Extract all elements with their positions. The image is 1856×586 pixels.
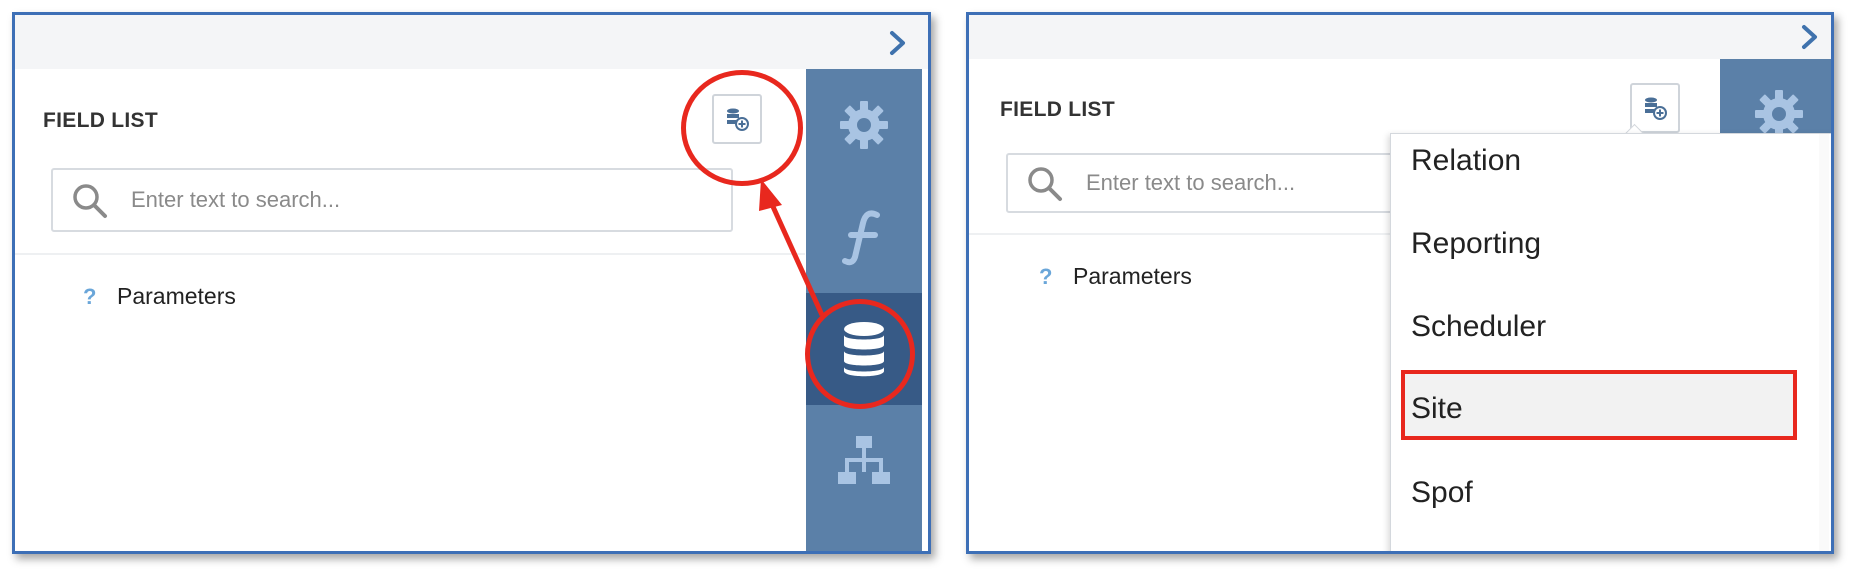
field-list-panel-right: FIELD LIST Enter text to search... ? Par… <box>966 12 1834 554</box>
collapse-panel-button[interactable] <box>1799 23 1821 56</box>
annotation-highlight-site <box>1401 370 1797 440</box>
dropdown-item-scheduler[interactable]: Scheduler <box>1411 310 1546 344</box>
add-data-source-button[interactable] <box>1630 83 1680 133</box>
tree-item-parameters[interactable]: ? Parameters <box>1039 263 1192 290</box>
dropdown-scrollbar[interactable] <box>1819 134 1829 551</box>
field-list-panel-left: FIELD LIST ? Parameters <box>12 12 931 554</box>
dropdown-item-reporting[interactable]: Reporting <box>1411 227 1541 261</box>
tree-item-label: Parameters <box>1073 263 1192 289</box>
chevron-right-icon <box>1802 25 1817 49</box>
annotation-arrow <box>759 179 825 317</box>
field-list-title: FIELD LIST <box>1000 98 1115 121</box>
section-divider <box>969 233 1390 235</box>
panel-top-bar <box>969 15 1831 59</box>
search-input[interactable] <box>1086 155 1406 211</box>
question-mark-icon: ? <box>1039 263 1053 289</box>
data-source-dropdown: Relation Reporting Scheduler Site Spof <box>1390 133 1831 551</box>
search-icon <box>1028 167 1062 201</box>
dropdown-item-spof[interactable]: Spof <box>1411 476 1473 510</box>
add-data-source-icon <box>1645 97 1667 120</box>
dropdown-item-relation[interactable]: Relation <box>1411 144 1521 178</box>
